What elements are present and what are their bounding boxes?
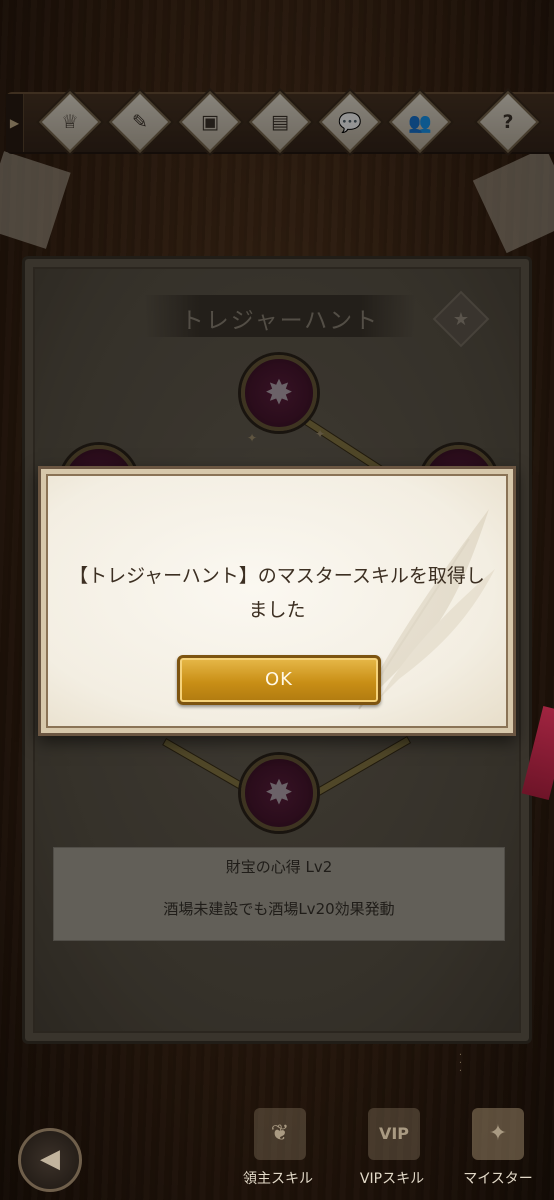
leaf-book-icon: ❦ <box>254 1108 306 1160</box>
tab-vip-skills[interactable]: VIP VIPスキル <box>342 1090 442 1200</box>
decorative-dots: · · · <box>458 1050 462 1077</box>
back-button[interactable]: ◀ <box>18 1128 82 1192</box>
back-arrow-icon: ◀ <box>40 1144 60 1174</box>
ok-button[interactable]: OK <box>177 655 381 705</box>
tab-label: マイスター <box>463 1171 533 1187</box>
tab-meister[interactable]: ✦ マイスター <box>446 1090 550 1200</box>
tab-lord-skills[interactable]: ❦ 領主スキル <box>228 1090 328 1200</box>
skill-acquired-dialog: 【トレジャーハント】のマスタースキルを取得しました OK <box>38 466 516 736</box>
dialog-message: 【トレジャーハント】のマスタースキルを取得しました <box>69 565 485 621</box>
meister-star-icon: ✦ <box>472 1108 524 1160</box>
vip-book-icon: VIP <box>368 1108 420 1160</box>
tab-label: VIPスキル <box>359 1171 425 1187</box>
tab-label: 領主スキル <box>243 1171 313 1187</box>
